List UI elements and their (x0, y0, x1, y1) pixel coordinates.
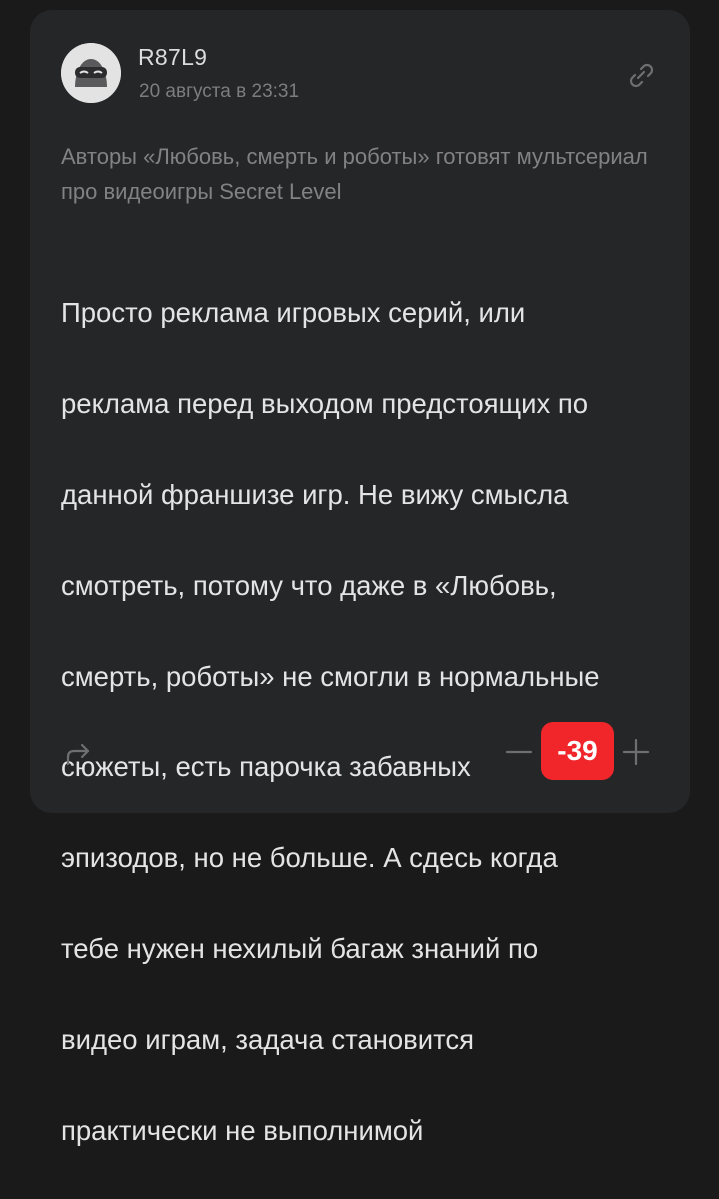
article-title-link[interactable]: Авторы «Любовь, смерть и роботы» готовят… (61, 139, 651, 209)
comment-line: видео играм, задача становится (61, 1023, 475, 1055)
link-icon[interactable] (624, 58, 658, 92)
comment-line: данной франшизе игр. Не вижу смысла (61, 479, 569, 511)
comment-line: смерть, роботы» не смогли в нормальные (61, 660, 600, 692)
plus-icon (622, 738, 650, 766)
author-name[interactable]: R87L9 (138, 44, 207, 71)
comment-line: практически не выполнимой (61, 1114, 424, 1146)
masked-face-avatar-icon (61, 43, 121, 103)
minus-icon (505, 750, 533, 754)
share-button[interactable] (61, 736, 97, 772)
share-arrow-icon (66, 743, 90, 766)
upvote-button[interactable] (621, 734, 651, 770)
post-date[interactable]: 20 августа в 23:31 (139, 81, 299, 103)
comment-line: реклама перед выходом предстоящих по (61, 388, 589, 420)
comment-line: эпизодов, но не больше. А сдесь когда (61, 842, 558, 874)
rating-badge: -39 (541, 722, 614, 780)
comment-line: смотреть, потому что даже в «Любовь, (61, 569, 557, 601)
comment-line: Просто реклама игровых серий, или (61, 297, 526, 329)
comment-card: R87L9 20 августа в 23:31 Авторы «Любовь,… (30, 10, 690, 1146)
comment-line: тебе нужен нехилый багаж знаний по (61, 933, 539, 965)
avatar[interactable] (61, 43, 121, 103)
downvote-button[interactable] (504, 734, 534, 770)
